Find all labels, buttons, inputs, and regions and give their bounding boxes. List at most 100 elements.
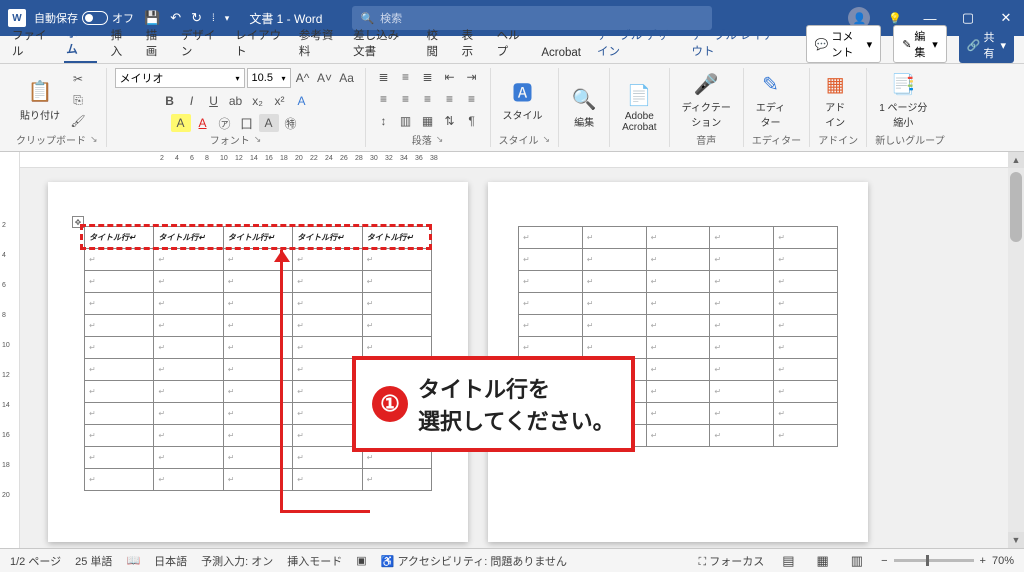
justify-icon[interactable]: ≡: [440, 90, 460, 108]
read-mode-icon[interactable]: ▦: [813, 553, 833, 569]
editing-button[interactable]: 🔍編集: [567, 84, 601, 131]
underline-icon[interactable]: U: [204, 92, 224, 110]
addins-button[interactable]: ▦アド イン: [818, 69, 852, 131]
borders-icon[interactable]: ▦: [418, 112, 438, 130]
font-family-combo[interactable]: メイリオ▾: [115, 68, 245, 88]
strike-icon[interactable]: ab: [226, 92, 246, 110]
editor-button[interactable]: ✎エディ ター: [752, 69, 789, 131]
tab-file[interactable]: ファイル: [10, 23, 52, 63]
decrease-indent-icon[interactable]: ⇤: [440, 68, 460, 86]
group-paragraph: ≣ ≡ ≣ ⇤ ⇥ ≡ ≡ ≡ ≡ ≡ ↕ ▥ ▦ ⇅ ¶ 段落↘: [366, 68, 491, 147]
comments-button[interactable]: 💬 コメント ▾: [806, 25, 882, 63]
increase-indent-icon[interactable]: ⇥: [462, 68, 482, 86]
tab-layout[interactable]: レイアウト: [233, 23, 285, 63]
vertical-scrollbar[interactable]: ▲ ▼: [1008, 152, 1024, 548]
insert-mode[interactable]: 挿入モード: [287, 553, 342, 569]
char-shading-icon[interactable]: A: [259, 114, 279, 132]
line-spacing-icon[interactable]: ↕: [374, 112, 394, 130]
font-label: フォント: [210, 132, 250, 147]
launcher-icon[interactable]: ↘: [90, 134, 98, 145]
enclose-char-icon[interactable]: ㊕: [281, 114, 301, 132]
table-move-handle-icon[interactable]: ✥: [72, 216, 84, 228]
highlight-icon[interactable]: A: [171, 114, 191, 132]
qat-dropdown-icon[interactable]: ▾: [225, 13, 230, 24]
subscript-icon[interactable]: x₂: [248, 92, 268, 110]
web-layout-icon[interactable]: ▥: [847, 553, 867, 569]
tab-design[interactable]: デザイン: [179, 23, 221, 63]
shading-icon[interactable]: ▥: [396, 112, 416, 130]
tab-home[interactable]: ホーム: [64, 21, 96, 63]
scroll-thumb[interactable]: [1010, 172, 1022, 242]
spell-check-icon[interactable]: 📖: [126, 554, 140, 567]
word-count[interactable]: 25 単語: [75, 553, 112, 569]
cut-icon[interactable]: ✂: [68, 70, 88, 88]
zoom-in-icon[interactable]: +: [980, 555, 986, 567]
scroll-up-icon[interactable]: ▲: [1008, 152, 1024, 168]
launcher-icon[interactable]: ↘: [543, 134, 551, 145]
mic-icon: 🎤: [693, 71, 719, 97]
styles-button[interactable]: 🅰スタイル: [499, 77, 547, 124]
phonetic-icon[interactable]: ㋐: [215, 114, 235, 132]
focus-mode[interactable]: ⛶ フォーカス: [698, 553, 764, 569]
share-button[interactable]: 🔗 共有 ▾: [959, 27, 1014, 63]
tab-acrobat[interactable]: Acrobat: [539, 43, 583, 63]
tab-table-design[interactable]: テーブル デザイン: [595, 23, 678, 63]
superscript-icon[interactable]: x²: [270, 92, 290, 110]
tab-insert[interactable]: 挿入: [109, 23, 132, 63]
help-icon[interactable]: 💡: [888, 12, 902, 25]
macro-icon[interactable]: ▣: [356, 554, 366, 567]
vertical-ruler[interactable]: 2468101214161820: [0, 152, 20, 548]
document-canvas[interactable]: 2468101214161820222426283032343638 ✥ タイト…: [20, 152, 1008, 548]
align-center-icon[interactable]: ≡: [396, 90, 416, 108]
show-marks-icon[interactable]: ¶: [462, 112, 482, 130]
shrink-page-button[interactable]: 📑1 ページ分 縮小: [875, 69, 931, 131]
tab-draw[interactable]: 描画: [144, 23, 167, 63]
launcher-icon[interactable]: ↘: [436, 134, 444, 145]
tab-view[interactable]: 表示: [460, 23, 483, 63]
distributed-icon[interactable]: ≡: [462, 90, 482, 108]
qat-more-icon[interactable]: ⁞: [212, 13, 215, 24]
paste-button[interactable]: 📋貼り付け: [16, 77, 64, 124]
scroll-track[interactable]: [1008, 168, 1024, 532]
font-color-icon[interactable]: A: [193, 114, 213, 132]
acrobat-button[interactable]: 📄Adobe Acrobat: [618, 81, 660, 135]
bullets-icon[interactable]: ≣: [374, 68, 394, 86]
align-left-icon[interactable]: ≡: [374, 90, 394, 108]
print-layout-icon[interactable]: ▤: [778, 553, 798, 569]
grow-font-icon[interactable]: A^: [293, 69, 313, 87]
tab-table-layout[interactable]: テーブル レイアウト: [690, 23, 782, 63]
minimize-button[interactable]: —: [920, 11, 940, 26]
accessibility-status[interactable]: ♿ アクセシビリティ: 問題ありません: [381, 553, 567, 569]
italic-icon[interactable]: I: [182, 92, 202, 110]
maximize-button[interactable]: ▢: [958, 10, 978, 26]
shrink-font-icon[interactable]: A˅: [315, 69, 335, 87]
text-effects-icon[interactable]: A: [292, 92, 312, 110]
zoom-out-icon[interactable]: −: [881, 555, 887, 567]
zoom-control[interactable]: − + 70%: [881, 555, 1014, 567]
horizontal-ruler[interactable]: 2468101214161820222426283032343638: [20, 152, 1008, 168]
tab-references[interactable]: 参考資料: [297, 23, 339, 63]
scroll-down-icon[interactable]: ▼: [1008, 532, 1024, 548]
sort-icon[interactable]: ⇅: [440, 112, 460, 130]
tab-review[interactable]: 校閲: [424, 23, 447, 63]
predictive-input[interactable]: 予測入力: オン: [201, 553, 273, 569]
bold-icon[interactable]: B: [160, 92, 180, 110]
zoom-slider[interactable]: [894, 559, 974, 562]
font-size-combo[interactable]: 10.5▾: [247, 68, 291, 88]
language-indicator[interactable]: 日本語: [154, 553, 187, 569]
page-indicator[interactable]: 1/2 ページ: [10, 553, 61, 569]
dictate-button[interactable]: 🎤ディクテー ション: [678, 69, 735, 131]
numbering-icon[interactable]: ≡: [396, 68, 416, 86]
char-border-icon[interactable]: 囗: [237, 114, 257, 132]
launcher-icon[interactable]: ↘: [254, 134, 262, 145]
zoom-value[interactable]: 70%: [992, 555, 1014, 567]
multilevel-icon[interactable]: ≣: [418, 68, 438, 86]
format-painter-icon[interactable]: 🖌: [68, 112, 88, 130]
tab-mailings[interactable]: 差し込み文書: [351, 23, 412, 63]
editing-mode-button[interactable]: ✎ 編集 ▾: [893, 25, 947, 63]
tab-help[interactable]: ヘルプ: [495, 23, 528, 63]
change-case-icon[interactable]: Aa: [337, 69, 357, 87]
copy-icon[interactable]: ⎘: [68, 91, 88, 109]
align-right-icon[interactable]: ≡: [418, 90, 438, 108]
close-button[interactable]: ✕: [996, 10, 1016, 26]
